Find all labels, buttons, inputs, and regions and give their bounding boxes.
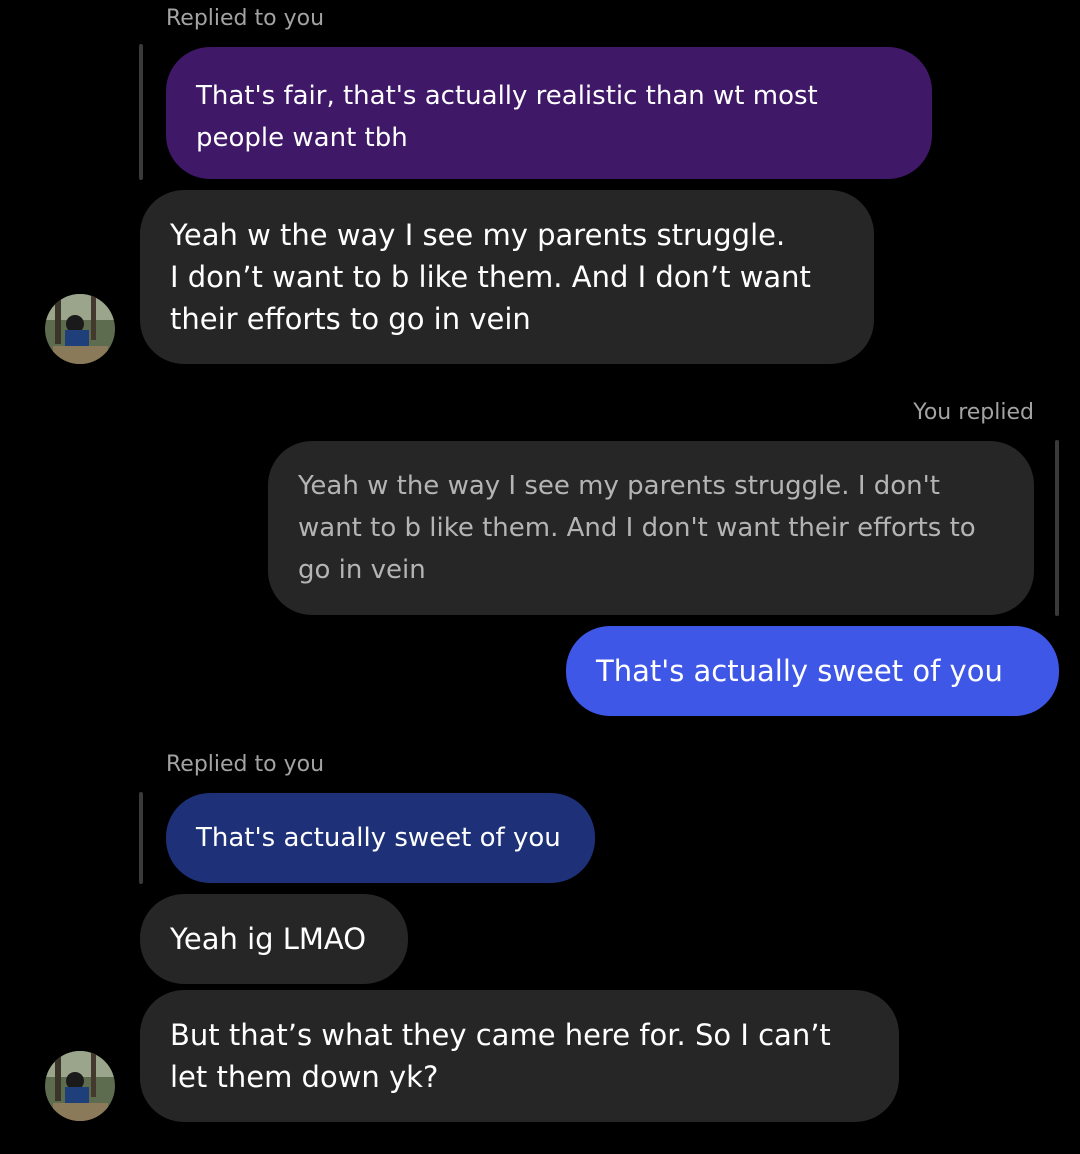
quoted-message-bottom-text: That's actually sweet of you [196, 823, 561, 853]
sender-avatar-1[interactable] [45, 294, 115, 364]
quoted-message-bottom[interactable]: That's actually sweet of you [166, 793, 595, 883]
avatar-photo-icon [45, 294, 115, 364]
reply-label-bottom: Replied to you [166, 752, 325, 777]
incoming-message-2-text: Yeah ig LMAO [170, 922, 367, 956]
incoming-message-2[interactable]: Yeah ig LMAO [140, 894, 408, 984]
reply-bar-top [139, 44, 143, 180]
quoted-message-top-text: That's fair, that's actually realistic t… [196, 81, 818, 153]
quoted-message-mine[interactable]: Yeah w the way I see my parents struggle… [268, 441, 1034, 615]
you-replied-label: You replied [913, 400, 1034, 425]
outgoing-message[interactable]: That's actually sweet of you [566, 626, 1059, 716]
reply-bar-bottom [139, 792, 143, 884]
avatar-photo-icon [45, 1051, 115, 1121]
incoming-message-1-text: Yeah w the way I see my parents struggle… [170, 218, 811, 336]
reply-bar-mine [1055, 440, 1059, 616]
quoted-message-mine-text: Yeah w the way I see my parents struggle… [298, 471, 976, 585]
reply-label-top: Replied to you [166, 6, 325, 31]
sender-avatar-2[interactable] [45, 1051, 115, 1121]
incoming-message-1[interactable]: Yeah w the way I see my parents struggle… [140, 190, 874, 364]
outgoing-message-text: That's actually sweet of you [596, 654, 1003, 688]
incoming-message-3-text: But that’s what they came here for. So I… [170, 1018, 831, 1094]
incoming-message-3[interactable]: But that’s what they came here for. So I… [140, 990, 899, 1122]
quoted-message-top[interactable]: That's fair, that's actually realistic t… [166, 47, 932, 179]
